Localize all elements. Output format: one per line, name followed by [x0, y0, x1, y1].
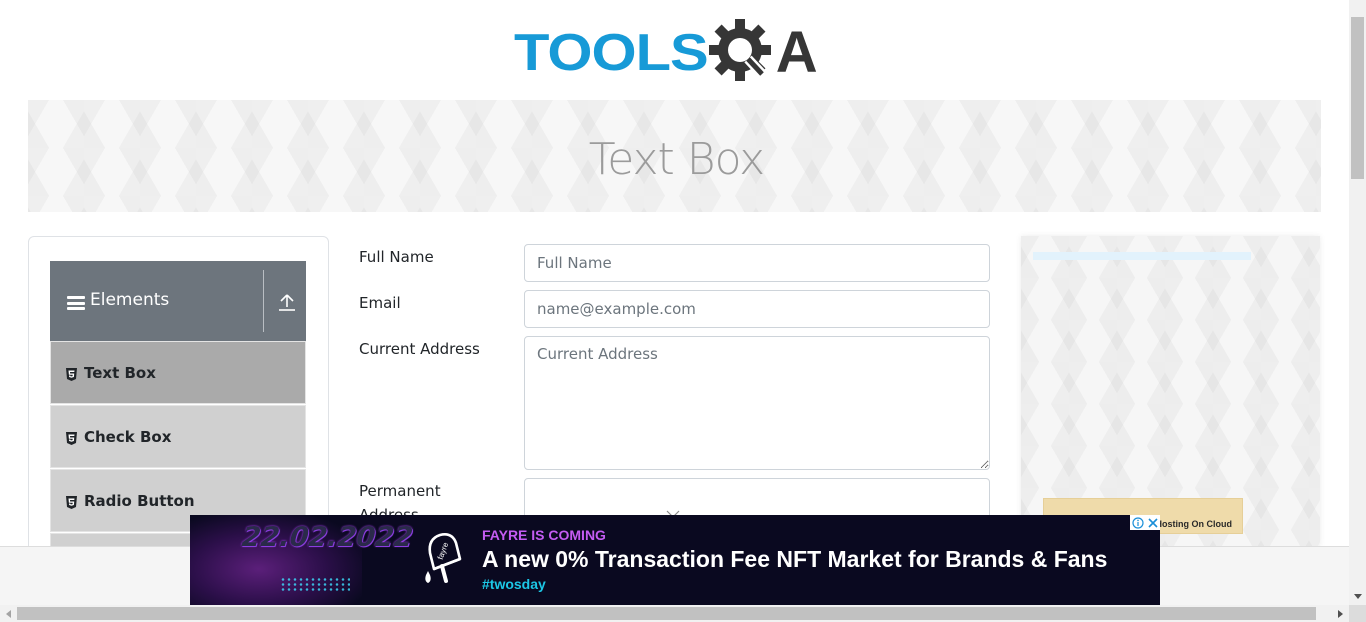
full-name-label: Full Name [359, 248, 434, 266]
bottom-advertisement[interactable]: 22.02.2022 fayre FAYRE IS COMING A new 0… [190, 515, 1160, 605]
ad-art-dots [280, 577, 350, 593]
gear-magnifier-icon [708, 16, 780, 90]
ad-placeholder-bar [1033, 252, 1251, 260]
current-address-label: Current Address [359, 340, 480, 358]
ad-brand-text: fayre [436, 541, 451, 561]
ad-hashtag: #twosday [482, 576, 546, 592]
sidebar-item-text-box[interactable]: Text Box [50, 341, 306, 404]
sidebar-group-elements[interactable]: Elements [50, 261, 306, 341]
sidebar-item-label: Radio Button [84, 492, 195, 510]
sidebar-group-title: Elements [90, 290, 170, 310]
html5-icon [66, 494, 77, 509]
chevron-down-icon [666, 503, 680, 518]
ad-close-icon[interactable] [1145, 515, 1160, 530]
popsicle-logo-icon: fayre [420, 529, 468, 593]
current-address-textarea[interactable] [524, 336, 990, 470]
email-label: Email [359, 294, 401, 312]
ad-headline-small: FAYRE IS COMING [482, 527, 606, 543]
page-banner: Text Box [28, 100, 1321, 212]
ad-art-date: 22.02.2022 [240, 522, 415, 553]
logo-tools-text: TOOLS [514, 23, 709, 82]
toolsqa-logo[interactable]: TOOLS A [514, 16, 844, 90]
full-name-input[interactable] [524, 244, 990, 282]
ad-card-text: Hosting On Cloud [1155, 519, 1233, 529]
page-title: Text Box [588, 133, 765, 185]
scroll-left-arrow-icon[interactable] [0, 605, 17, 622]
html5-icon [66, 366, 77, 381]
scroll-down-arrow-icon[interactable] [1349, 588, 1366, 605]
side-advertisement[interactable]: Hosting On Cloud [1021, 236, 1320, 546]
sidebar-item-label: Text Box [84, 364, 156, 382]
sidebar-item-check-box[interactable]: Check Box [50, 405, 306, 468]
vertical-scroll-thumb[interactable] [1351, 17, 1364, 179]
horizontal-scroll-thumb[interactable] [17, 607, 1316, 620]
ad-headline-main: A new 0% Transaction Fee NFT Market for … [482, 546, 1108, 572]
ad-info-icon[interactable] [1130, 515, 1145, 530]
divider [263, 270, 264, 332]
sidebar-item-label: Check Box [84, 428, 172, 446]
horizontal-scrollbar[interactable] [0, 605, 1349, 622]
ad-artwork: 22.02.2022 [190, 515, 415, 605]
hamburger-icon [67, 296, 85, 310]
scroll-right-arrow-icon[interactable] [1332, 605, 1349, 622]
scrollbar-corner [1349, 605, 1366, 622]
collapse-arrow-icon[interactable] [277, 292, 297, 314]
logo-a-text: A [775, 20, 818, 85]
email-input[interactable] [524, 290, 990, 328]
vertical-scrollbar[interactable] [1349, 0, 1366, 605]
html5-icon [66, 430, 77, 445]
